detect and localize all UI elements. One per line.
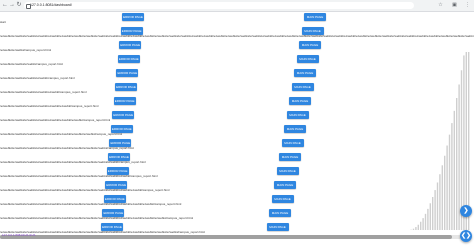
row-path-label: /ezwebkt/ezwebkt/ezwebkt/ezwebkt/ezwebkt… (0, 174, 158, 178)
address-bar[interactable]: 127.0.0.1:8081/dashboard/ (24, 2, 414, 9)
main-page-button[interactable]: MAIN PAGE (279, 153, 301, 161)
row-path-label: /ezwebkt/ezwebkt/ezwebkt/ezwebkt/ezwebkt… (0, 104, 99, 108)
forward-icon[interactable]: → (9, 2, 15, 8)
decoration-bar (424, 213, 427, 230)
star-icon[interactable]: ☆ (438, 2, 443, 8)
address-bar-text: 127.0.0.1:8081/dashboard/ (30, 3, 72, 7)
extension-icon[interactable]: ▣ (452, 2, 457, 8)
error-page-button[interactable]: ERROR PAGE (116, 69, 139, 77)
code-brackets-icon: ❮❯ (460, 233, 472, 239)
main-page-button[interactable]: MAIN PAGE (271, 195, 294, 203)
decoration-bar (468, 52, 470, 230)
reload-icon[interactable]: ↻ (16, 2, 22, 8)
code-view-button[interactable]: ❮❯ (460, 230, 472, 242)
error-page-button[interactable]: ERROR PAGE (120, 27, 143, 35)
bar-decoration (410, 52, 470, 231)
error-page-button[interactable]: ERROR PAGE (115, 83, 137, 91)
decoration-bar (429, 203, 431, 230)
row-path-label: start (0, 20, 6, 24)
row-path-label: /ezwebkt/ezwebkt/ezwebkt/ezwebkt/ezwebkt… (0, 118, 111, 122)
error-page-button[interactable]: ERROR PAGE (101, 223, 123, 231)
error-page-button[interactable]: ERROR PAGE (103, 195, 126, 203)
menu-icon[interactable]: ⋮ (465, 2, 470, 8)
row-path-label: /ezwebkt/ezwebkt/ezwebkt/ezwebkt/ezwebkt… (0, 202, 182, 206)
decoration-bar (463, 55, 465, 231)
error-page-button[interactable]: ERROR PAGE (105, 181, 128, 189)
horizontal-scrollbar-thumb[interactable] (0, 235, 452, 239)
main-page-button[interactable]: MAIN PAGE (289, 97, 311, 105)
decoration-bar (451, 123, 453, 230)
decoration-bar (417, 224, 419, 230)
decoration-bar (448, 134, 451, 230)
error-page-button[interactable]: ERROR PAGE (112, 111, 135, 119)
decoration-bar (434, 190, 436, 230)
error-page-button[interactable]: ERROR PAGE (119, 41, 142, 49)
decoration-bar (422, 218, 424, 230)
main-page-button[interactable]: MAIN PAGE (299, 41, 321, 49)
main-page-button[interactable]: MAIN PAGE (281, 139, 304, 147)
decoration-bar (456, 98, 458, 230)
status-url: 127.0.0.1:8081/#-/#-/#-/#- (2, 233, 37, 237)
row-path-label: /ezwebkt/ezwebkt/campus_report.html (0, 48, 52, 52)
error-page-button[interactable]: ERROR PAGE (106, 167, 129, 175)
main-page-button[interactable]: MAIN PAGE (294, 69, 316, 77)
back-icon[interactable]: ← (2, 2, 8, 8)
decoration-bar (441, 165, 443, 230)
decoration-bar (436, 182, 439, 230)
row-path-label: /ezwebkt/ezwebkt/ezwebkt/ezwebkt/ezwebkt… (0, 90, 87, 94)
row-path-label: /ezwebkt/ezwebkt/ezwebkt/ezwebkt/ezwebkt… (0, 34, 474, 38)
browser-toolbar: ← → ↻ 127.0.0.1:8081/dashboard/ ☆ ▣ ⋮ (0, 0, 474, 12)
main-page-button[interactable]: MAIN PAGE (269, 209, 291, 217)
decoration-bar (465, 52, 467, 230)
error-page-button[interactable]: ERROR PAGE (117, 55, 140, 63)
error-page-button[interactable]: ERROR PAGE (110, 125, 133, 133)
scroll-toggle-button[interactable]: ❯ (460, 205, 472, 217)
site-info-icon[interactable] (26, 4, 31, 9)
main-page-button[interactable]: MAIN PAGE (301, 27, 324, 35)
main-page-button[interactable]: MAIN PAGE (284, 125, 306, 133)
row-path-label: /ezwebkt/ezwebkt/ezwebkt/ezwebkt/ezwebkt… (0, 132, 123, 136)
decoration-bar (444, 155, 446, 230)
page-viewport: start ERROR PAGE MAIN PAGE/ezwebkt/ezwebkt… (0, 12, 474, 250)
row-path-label: /ezwebkt/ezwebkt/ezwebkt/ezwebkt/ezwebkt… (0, 216, 194, 220)
error-page-button[interactable]: ERROR PAGE (109, 139, 132, 147)
main-page-button[interactable]: MAIN PAGE (276, 167, 299, 175)
row-path-label: /ezwebkt/ezwebkt/ezwebkt/ezwebkt/ezwebkt… (0, 188, 170, 192)
main-page-button[interactable]: MAIN PAGE (304, 13, 326, 21)
main-page-button[interactable]: MAIN PAGE (274, 181, 296, 189)
chevron-right-icon: ❯ (463, 208, 469, 214)
decoration-bar (420, 221, 422, 230)
decoration-bar (427, 208, 429, 230)
decoration-bar (412, 228, 415, 230)
row-path-label: /ezwebkt/ezwebkt/ezwebkt/ezwebkt/campus_… (0, 76, 75, 80)
error-page-button[interactable]: ERROR PAGE (102, 209, 125, 217)
error-page-button[interactable]: ERROR PAGE (122, 13, 144, 21)
decoration-bar (439, 174, 441, 230)
horizontal-scrollbar[interactable] (0, 235, 460, 239)
row-path-label: /ezwebkt/ezwebkt/ezwebkt/campus_report.h… (0, 62, 63, 66)
decoration-bar (432, 197, 434, 230)
decoration-bar (453, 110, 455, 230)
decoration-bar (415, 227, 417, 230)
main-page-button[interactable]: MAIN PAGE (266, 223, 289, 231)
error-page-button[interactable]: ERROR PAGE (113, 97, 136, 105)
main-page-button[interactable]: MAIN PAGE (291, 83, 314, 91)
main-page-button[interactable]: MAIN PAGE (286, 111, 309, 119)
decoration-bar (446, 145, 448, 230)
main-page-button[interactable]: MAIN PAGE (296, 55, 319, 63)
error-page-button[interactable]: ERROR PAGE (108, 153, 130, 161)
